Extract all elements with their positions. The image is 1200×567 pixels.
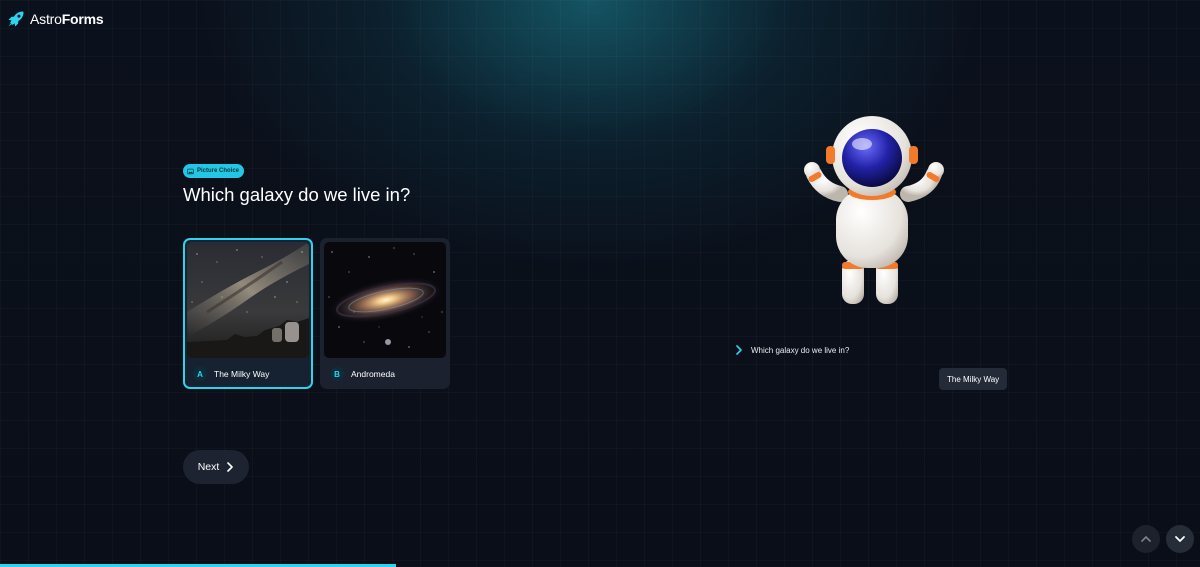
choice-key-a: A [193,367,207,381]
brand-name-second: Forms [61,11,104,27]
astronaut-illustration [804,116,944,304]
chevron-up-icon [1141,536,1151,542]
choice-label-b: Andromeda [351,369,395,379]
chevron-down-icon [1175,536,1185,542]
summary-question: Which galaxy do we live in? [751,345,850,355]
brand-logo[interactable]: AstroForms [6,9,104,29]
badge-label: Picture Choice [197,168,240,174]
choice-option-a[interactable]: A The Milky Way [183,238,313,389]
chevron-right-icon [736,345,742,355]
background-grid [0,0,1200,567]
answered-question-summary[interactable]: Which galaxy do we live in? [735,345,849,355]
chevron-right-icon [227,462,234,472]
choice-label-a: The Milky Way [214,369,270,379]
brand-name-first: Astro [30,11,62,27]
andromeda-image [324,242,446,358]
next-button[interactable]: Next [183,450,249,484]
summary-answer-chip: The Milky Way [939,368,1008,390]
question-title: Which galaxy do we live in? [183,184,411,205]
choice-key-b: B [330,367,344,381]
question-type-badge: Picture Choice [183,164,245,178]
choice-option-b[interactable]: B Andromeda [320,238,450,389]
previous-question-button[interactable] [1132,525,1160,553]
image-icon [187,168,194,174]
next-question-button[interactable] [1166,525,1194,553]
milky-way-image [187,242,309,358]
rocket-icon [8,11,24,27]
next-button-label: Next [197,461,220,473]
